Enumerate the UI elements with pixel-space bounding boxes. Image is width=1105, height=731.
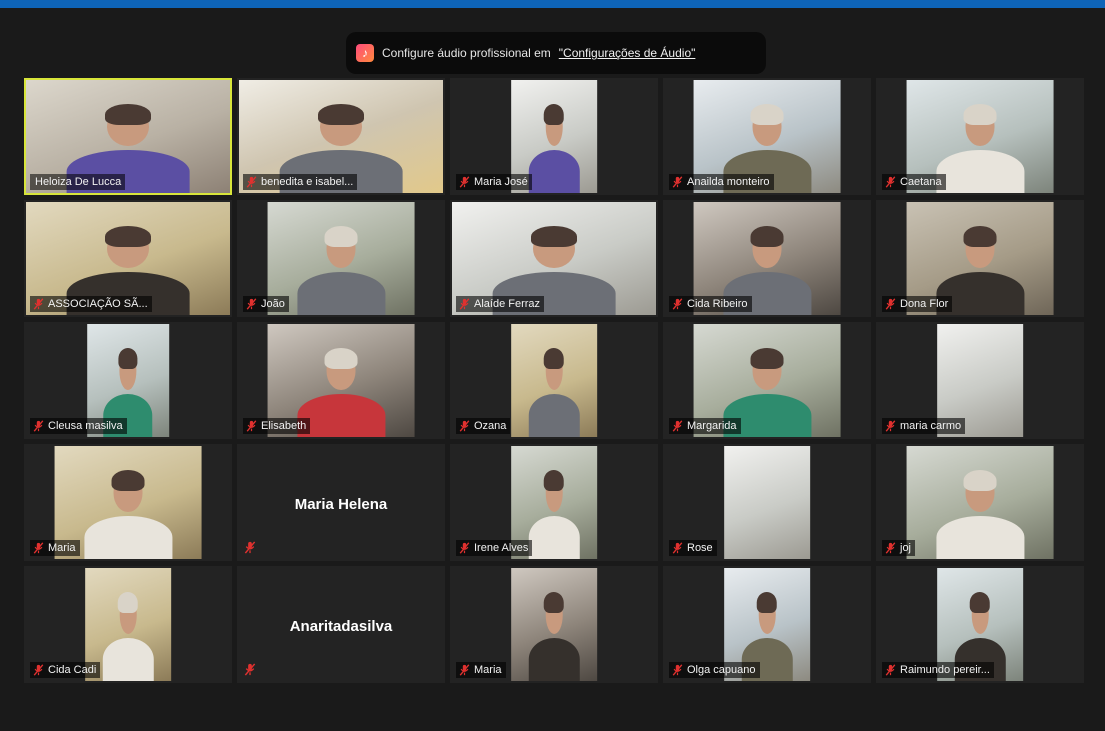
participant-tile[interactable]: benedita e isabel... bbox=[237, 78, 445, 195]
participant-name-label: Maria bbox=[456, 662, 506, 678]
participant-tile[interactable]: Maria bbox=[450, 566, 658, 683]
muted-mic-icon bbox=[885, 298, 896, 310]
participant-name-label: Raimundo pereir... bbox=[882, 662, 994, 678]
participant-tile[interactable]: Raimundo pereir... bbox=[876, 566, 1084, 683]
participant-name-label: Dona Flor bbox=[882, 296, 953, 312]
participant-name-label: Irene Alves bbox=[456, 540, 533, 556]
participant-name-label: Maria José bbox=[456, 174, 532, 190]
participant-tile[interactable]: maria carmo bbox=[876, 322, 1084, 439]
participant-tile[interactable]: Cida Ribeiro bbox=[663, 200, 871, 317]
muted-mic-icon bbox=[33, 542, 44, 554]
participant-tile[interactable]: Ozana bbox=[450, 322, 658, 439]
participant-name-label: joj bbox=[882, 540, 916, 556]
participant-name-label: Rose bbox=[669, 540, 717, 556]
participant-tile[interactable]: Maria bbox=[24, 444, 232, 561]
muted-mic-icon bbox=[885, 420, 896, 432]
participant-name-label: Olga capuano bbox=[669, 662, 760, 678]
participant-video bbox=[267, 202, 415, 315]
muted-mic-icon bbox=[885, 542, 896, 554]
participant-tile[interactable]: Elisabeth bbox=[237, 322, 445, 439]
muted-mic-icon bbox=[672, 420, 683, 432]
participant-name-label: Maria bbox=[30, 540, 80, 556]
participant-name-label: maria carmo bbox=[882, 418, 966, 434]
muted-mic-icon bbox=[244, 663, 256, 676]
muted-mic-icon bbox=[246, 420, 257, 432]
participant-display-name: Anaritadasilva bbox=[289, 617, 393, 635]
participant-name-label: Elisabeth bbox=[243, 418, 311, 434]
muted-mic-icon bbox=[885, 664, 896, 676]
muted-mic-icon bbox=[459, 298, 470, 310]
participant-tile[interactable]: Alaíde Ferraz bbox=[450, 200, 658, 317]
participant-video bbox=[511, 324, 597, 437]
muted-mic-icon bbox=[672, 664, 683, 676]
participant-tile[interactable]: Cida Cadi bbox=[24, 566, 232, 683]
participant-video bbox=[724, 446, 810, 559]
muted-mic-icon bbox=[459, 542, 470, 554]
participant-name-label: benedita e isabel... bbox=[243, 174, 358, 190]
participant-tile-no-video[interactable]: Anaritadasilva bbox=[237, 566, 445, 683]
participant-video bbox=[906, 446, 1054, 559]
window-top-bar bbox=[0, 0, 1105, 8]
participant-tile-no-video[interactable]: Maria Helena bbox=[237, 444, 445, 561]
muted-mic-icon bbox=[33, 664, 44, 676]
participant-tile[interactable]: Rose bbox=[663, 444, 871, 561]
participant-tile[interactable]: Heloiza De Lucca bbox=[24, 78, 232, 195]
participant-name-label: Cleusa masilva bbox=[30, 418, 127, 434]
participant-tile[interactable]: Olga capuano bbox=[663, 566, 871, 683]
participant-name-label: Alaíde Ferraz bbox=[456, 296, 545, 312]
audio-settings-link[interactable]: "Configurações de Áudio" bbox=[559, 46, 696, 60]
muted-mic-icon bbox=[672, 176, 683, 188]
participant-name-label: Cida Cadi bbox=[30, 662, 101, 678]
participant-tile[interactable]: Margarida bbox=[663, 322, 871, 439]
muted-mic-icon bbox=[885, 176, 896, 188]
participant-name-label: Heloiza De Lucca bbox=[30, 174, 126, 190]
participant-name-label: ASSOCIAÇÃO SÃ... bbox=[30, 296, 152, 312]
muted-mic-icon bbox=[33, 420, 44, 432]
participant-video bbox=[511, 568, 597, 681]
muted-mic-icon bbox=[246, 176, 257, 188]
muted-mic-icon bbox=[672, 542, 683, 554]
muted-mic-icon bbox=[244, 541, 256, 554]
participant-name-label: João bbox=[243, 296, 289, 312]
participant-name-label: Cida Ribeiro bbox=[669, 296, 752, 312]
participant-display-name: Maria Helena bbox=[294, 495, 388, 513]
muted-mic-icon bbox=[459, 176, 470, 188]
muted-mic-icon bbox=[246, 298, 257, 310]
audio-settings-banner: ♪ Configure áudio profissional em "Confi… bbox=[346, 32, 766, 74]
participant-tile[interactable]: Maria José bbox=[450, 78, 658, 195]
participant-tile[interactable]: João bbox=[237, 200, 445, 317]
participant-tile[interactable]: Cleusa masilva bbox=[24, 322, 232, 439]
participant-tile[interactable]: joj bbox=[876, 444, 1084, 561]
participant-tile[interactable]: Caetana bbox=[876, 78, 1084, 195]
participant-name-label: Anailda monteiro bbox=[669, 174, 774, 190]
music-note-icon: ♪ bbox=[356, 44, 374, 62]
gallery-view: Heloiza De Lucca benedita e isabel... Ma… bbox=[24, 78, 1084, 683]
participant-tile[interactable]: Anailda monteiro bbox=[663, 78, 871, 195]
banner-text: Configure áudio profissional em bbox=[382, 46, 551, 60]
muted-mic-icon bbox=[672, 298, 683, 310]
muted-mic-icon bbox=[459, 420, 470, 432]
participant-name-label: Margarida bbox=[669, 418, 741, 434]
muted-mic-icon bbox=[459, 664, 470, 676]
participant-name-label: Ozana bbox=[456, 418, 511, 434]
muted-mic-icon bbox=[33, 298, 44, 310]
participant-name-label: Caetana bbox=[882, 174, 946, 190]
participant-tile[interactable]: ASSOCIAÇÃO SÃ... bbox=[24, 200, 232, 317]
participant-tile[interactable]: Dona Flor bbox=[876, 200, 1084, 317]
participant-tile[interactable]: Irene Alves bbox=[450, 444, 658, 561]
